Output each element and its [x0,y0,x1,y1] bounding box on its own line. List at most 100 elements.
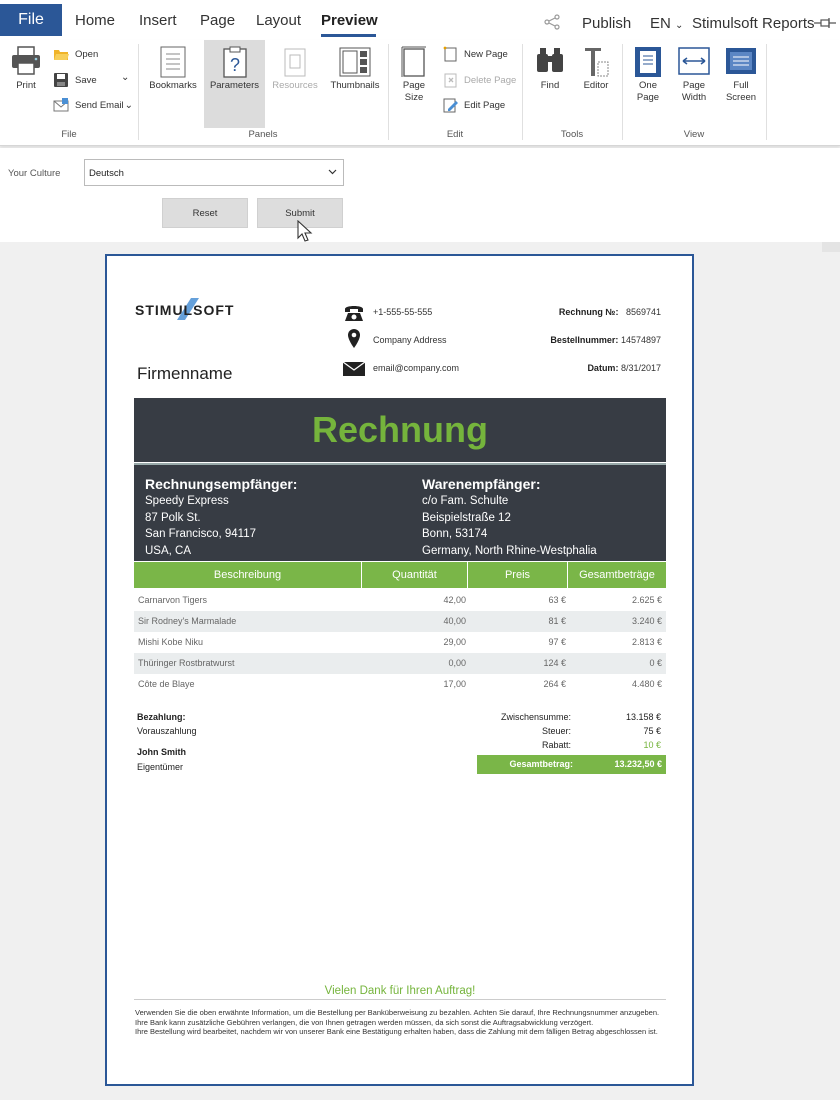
save-button[interactable]: Save ⌄ [53,70,133,90]
new-page-label: New Page [464,48,508,60]
location-icon [348,329,360,348]
parameters-panel: Your Culture Deutsch Reset Submit [0,148,840,242]
contact-email: email@company.com [373,363,459,373]
page-width-label: Page Width [681,80,707,103]
resources-icon [284,48,306,77]
group-label-tools: Tools [560,129,584,140]
page-size-button[interactable]: Page Size [393,40,435,126]
file-tab[interactable]: File [0,4,62,36]
tab-insert[interactable]: Insert [139,12,177,29]
thank-you-note: Vielen Dank für Ihren Auftrag! [324,985,476,997]
invoice-date: Datum: 8/31/2017 [587,363,661,373]
open-button[interactable]: Open [53,44,98,64]
find-icon [537,48,563,72]
new-page-icon [443,46,457,62]
brand-name: Stimulsoft Reports [692,15,815,32]
open-label: Open [75,48,99,60]
invoice-title: Rechnung [134,398,666,462]
delete-page-label: Delete Page [464,74,517,86]
envelope-icon [343,361,365,376]
billing-address: Rechnungsempfänger: Speedy Express 87 Po… [145,476,298,557]
discount-label: Rabatt: [541,740,571,750]
delete-page-icon [444,73,457,88]
parameters-button[interactable]: ? Parameters [204,40,265,128]
open-icon [54,50,69,60]
culture-label: Your Culture [8,168,61,179]
ribbon: Print Open Save ⌄ Send Email ⌄ File Book… [0,40,840,146]
phone-icon [345,306,363,321]
bookmarks-icon [160,46,186,78]
column-header-price: Preis [468,562,568,588]
editor-button[interactable]: Editor [576,40,616,126]
thumbnails-button[interactable]: Thumbnails [327,40,383,126]
tax-value: 75 € [643,726,661,736]
scrollbar[interactable] [822,242,840,252]
bookmarks-label: Bookmarks [149,80,197,91]
chevron-down-icon: ⌄ [121,72,130,83]
company-name: Firmenname [137,364,233,383]
tab-page[interactable]: Page [200,12,235,29]
owner-name: John Smith [137,747,186,757]
payment-label: Bezahlung: [137,712,186,722]
share-icon[interactable] [543,14,561,30]
one-page-button[interactable]: One Page [628,40,668,126]
cursor-icon [297,220,313,242]
print-icon [12,46,40,75]
edit-page-button[interactable]: Edit Page [442,95,505,115]
total-value: 13.232,50 € [614,759,662,769]
page-width-icon [678,47,710,75]
publish-button[interactable]: Publish [582,15,631,32]
table-row: Sir Rodney's Marmalade 40,00 81 € 3.240 … [134,611,666,632]
language-selector[interactable]: EN ⌄ [650,15,683,32]
page-size-icon [401,46,426,77]
group-label-edit: Edit [446,129,464,140]
group-separator [622,44,623,140]
full-screen-icon [726,48,756,74]
group-label-panels: Panels [248,129,278,140]
tab-home[interactable]: Home [75,12,115,29]
discount-value: 10 € [643,740,661,750]
pin-icon[interactable] [814,18,836,28]
group-separator [522,44,523,140]
order-number: Bestellnummer: 14574897 [550,335,661,345]
tab-preview[interactable]: Preview [321,12,378,29]
resources-label: Resources [272,80,318,91]
editor-label: Editor [583,80,609,91]
full-screen-label: Full Screen [725,80,757,103]
reset-button[interactable]: Reset [162,198,248,228]
full-screen-button[interactable]: Full Screen [720,40,762,126]
send-email-button[interactable]: Send Email ⌄ [53,95,133,115]
tax-label: Steuer: [541,726,571,736]
find-button[interactable]: Find [530,40,570,126]
culture-select[interactable]: Deutsch [84,159,344,186]
owner-role: Eigentümer [137,762,184,772]
new-page-button[interactable]: New Page [442,44,508,64]
subtotal-label: Zwischensumme: [500,712,571,722]
column-header-description: Beschreibung [134,562,362,588]
save-label: Save [75,74,97,86]
divider [134,999,666,1000]
print-button[interactable]: Print [6,40,46,126]
address-band: Rechnungsempfänger: Speedy Express 87 Po… [134,463,666,561]
page-size-label: Page Size [402,80,426,103]
table-header: Beschreibung Quantität Preis Gesamtbeträ… [134,562,666,588]
bookmarks-button[interactable]: Bookmarks [145,40,201,126]
group-separator [388,44,389,140]
chevron-down-icon: ⌄ [675,20,684,31]
parameters-label: Parameters [209,80,260,91]
table-row: Carnarvon Tigers 42,00 63 € 2.625 € [138,595,662,605]
tab-layout[interactable]: Layout [256,12,301,29]
thumbnails-label: Thumbnails [330,80,380,91]
language-label: EN [650,15,671,32]
chevron-down-icon: ⌄ [124,99,133,111]
contact-phone: +1-555-55-555 [373,307,433,317]
page-width-button[interactable]: Page Width [672,40,716,126]
total-label: Gesamtbetrag: [509,759,573,769]
report-page: STIMULSOFT Firmenname +1-555-55-555 Comp… [105,254,694,1086]
edit-page-label: Edit Page [464,99,506,111]
footer-notes: Verwenden Sie die oben erwähnte Informat… [135,1008,660,1037]
subtotal-value: 13.158 € [625,712,661,722]
group-separator [766,44,767,140]
total-bar: Gesamtbetrag: 13.232,50 € [477,755,666,774]
group-label-view: View [683,129,705,140]
